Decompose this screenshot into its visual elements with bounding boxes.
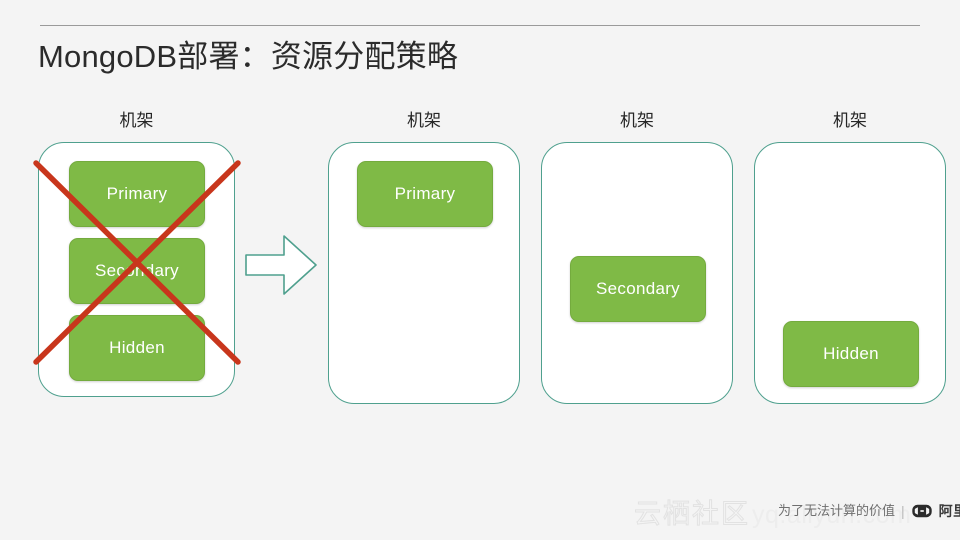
watermark-brand: 阿里云 [938, 503, 960, 519]
node-hidden-rack1[interactable]: Hidden [69, 315, 205, 381]
page-title: MongoDB部署：资源分配策略 [38, 39, 459, 74]
watermark-community: 云栖社区 [634, 499, 750, 530]
node-label: Hidden [109, 338, 165, 357]
rack-label-4: 机架 [833, 111, 867, 130]
node-label: Primary [394, 184, 456, 203]
rack-box-4[interactable]: Hidden [754, 142, 946, 404]
watermark-brand-bar: 为了无法计算的价值 | 阿里云 ] [778, 502, 960, 520]
rack-box-2[interactable]: Primary [328, 142, 520, 404]
header-divider [40, 25, 920, 26]
node-hidden-rack4[interactable]: Hidden [783, 321, 919, 387]
node-label: Primary [106, 184, 168, 203]
node-label: Secondary [95, 261, 179, 280]
slide-canvas: MongoDB部署：资源分配策略 机架 Primary Secondary Hi… [0, 0, 960, 540]
rack-label-2: 机架 [407, 111, 441, 130]
rack-label-1: 机架 [119, 111, 154, 130]
node-label: Hidden [823, 344, 879, 363]
rack-label-3: 机架 [620, 111, 654, 130]
watermark-separator: | [901, 503, 905, 519]
rack-box-1[interactable]: Primary Secondary Hidden [38, 142, 235, 397]
node-secondary-rack1[interactable]: Secondary [69, 238, 205, 304]
alibaba-cloud-logo-icon [911, 504, 932, 518]
rack-box-3[interactable]: Secondary [541, 142, 733, 404]
node-label: Secondary [596, 279, 680, 298]
node-secondary-rack3[interactable]: Secondary [570, 256, 706, 322]
right-arrow-icon [245, 235, 317, 295]
node-primary-rack1[interactable]: Primary [69, 161, 205, 227]
node-primary-rack2[interactable]: Primary [357, 161, 493, 227]
watermark-slogan: 为了无法计算的价值 [778, 503, 896, 518]
